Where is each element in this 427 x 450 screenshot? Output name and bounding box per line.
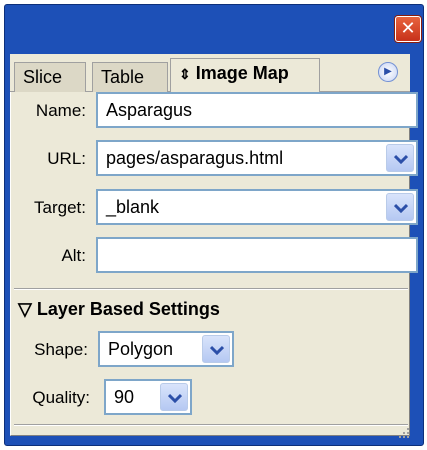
tab-strip: Slice Table ⇕ Image Map ▶ xyxy=(10,54,410,93)
triangle-down-icon: ▽ xyxy=(18,299,32,319)
name-field[interactable]: Asparagus xyxy=(96,92,418,128)
chevron-down-icon xyxy=(394,154,408,164)
shape-label: Shape: xyxy=(34,340,88,359)
target-label: Target: xyxy=(34,198,86,217)
quality-dropdown[interactable]: 90 xyxy=(104,379,192,415)
shape-dropdown[interactable]: Polygon xyxy=(98,331,234,367)
tab-slice-label: Slice xyxy=(23,67,63,87)
layer-settings-title: Layer Based Settings xyxy=(36,299,220,319)
chevron-down-icon xyxy=(210,345,224,355)
chevron-down-icon xyxy=(168,393,182,403)
target-value: _blank xyxy=(106,197,160,217)
tab-slice[interactable]: Slice xyxy=(14,62,86,92)
target-dropdown-arrow[interactable] xyxy=(386,193,414,221)
tab-table[interactable]: Table xyxy=(92,62,168,92)
alt-label: Alt: xyxy=(61,246,86,265)
tab-image-map[interactable]: ⇕ Image Map xyxy=(170,58,320,93)
quality-label: Quality: xyxy=(32,388,90,407)
bottom-divider xyxy=(14,424,408,426)
tab-image-map-label: Image Map xyxy=(195,63,289,83)
up-down-arrows-icon: ⇕ xyxy=(179,66,191,82)
panel-menu-button[interactable]: ▶ xyxy=(378,62,398,82)
url-dropdown[interactable]: pages/asparagus.html xyxy=(96,140,418,176)
url-label: URL: xyxy=(47,149,86,168)
tab-table-label: Table xyxy=(101,67,145,87)
chevron-down-icon xyxy=(394,203,408,213)
resize-grip-icon[interactable] xyxy=(397,426,411,440)
name-label: Name: xyxy=(35,101,86,120)
close-icon: ✕ xyxy=(400,18,416,39)
close-button[interactable]: ✕ xyxy=(395,16,421,42)
quality-dropdown-arrow[interactable] xyxy=(160,383,188,411)
url-dropdown-arrow[interactable] xyxy=(386,144,414,172)
target-dropdown[interactable]: _blank xyxy=(96,189,418,225)
shape-dropdown-arrow[interactable] xyxy=(202,335,230,363)
shape-value: Polygon xyxy=(108,339,174,359)
alt-field[interactable] xyxy=(96,237,418,273)
layer-settings-header[interactable]: ▽ Layer Based Settings xyxy=(18,299,220,320)
divider xyxy=(14,288,408,290)
name-value: Asparagus xyxy=(106,100,193,120)
url-value: pages/asparagus.html xyxy=(106,148,284,168)
panel-menu-icon: ▶ xyxy=(384,66,392,77)
quality-value: 90 xyxy=(114,387,135,407)
